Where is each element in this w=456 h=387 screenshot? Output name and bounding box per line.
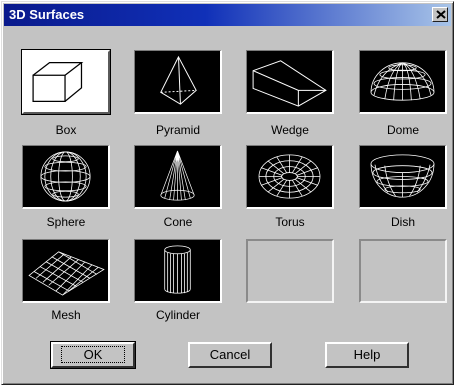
- shape-tile-wedge[interactable]: [246, 50, 334, 114]
- label-box: Box: [55, 123, 77, 137]
- help-button-label: Help: [353, 347, 381, 362]
- shape-tile-cylinder[interactable]: [134, 239, 222, 303]
- shape-tile-cone[interactable]: [134, 145, 222, 209]
- surfaces-dialog: 3D Surfaces Box Pyramid Wedge Dome Spher…: [1, 1, 454, 385]
- shape-tile-pyramid[interactable]: [134, 50, 222, 114]
- empty-tile: [246, 239, 334, 303]
- label-torus: Torus: [275, 215, 305, 229]
- dish-icon: [370, 154, 435, 198]
- shape-tile-torus[interactable]: [246, 145, 334, 209]
- close-icon: [436, 10, 446, 19]
- window-title: 3D Surfaces: [9, 7, 85, 22]
- shape-tile-box[interactable]: [22, 50, 110, 114]
- ok-button-label: OK: [60, 346, 126, 363]
- cancel-button-label: Cancel: [209, 347, 251, 362]
- shape-tile-sphere[interactable]: [22, 145, 110, 209]
- help-button[interactable]: Help: [325, 342, 409, 368]
- label-wedge: Wedge: [271, 123, 309, 137]
- label-cylinder: Cylinder: [155, 308, 200, 322]
- close-button[interactable]: [432, 7, 448, 22]
- ok-button[interactable]: OK: [51, 342, 135, 368]
- torus-icon: [258, 154, 321, 199]
- cone-icon: [160, 150, 195, 201]
- shape-tile-dish[interactable]: [359, 145, 447, 209]
- label-dome: Dome: [386, 123, 419, 137]
- empty-tile: [359, 239, 447, 303]
- title-bar: 3D Surfaces: [4, 4, 451, 26]
- cylinder-icon: [164, 245, 191, 294]
- box-icon: [32, 62, 84, 102]
- label-pyramid: Pyramid: [155, 123, 200, 137]
- cancel-button[interactable]: Cancel: [188, 342, 272, 368]
- shape-tile-mesh[interactable]: [22, 239, 110, 303]
- mesh-icon: [28, 251, 105, 296]
- label-sphere: Sphere: [46, 215, 86, 229]
- label-dish: Dish: [390, 215, 415, 229]
- sphere-icon: [40, 151, 91, 202]
- label-cone: Cone: [163, 215, 193, 229]
- dome-icon: [370, 62, 435, 101]
- wedge-icon: [252, 60, 327, 107]
- shape-tile-dome[interactable]: [359, 50, 447, 114]
- pyramid-icon: [160, 55, 197, 105]
- label-mesh: Mesh: [51, 308, 81, 322]
